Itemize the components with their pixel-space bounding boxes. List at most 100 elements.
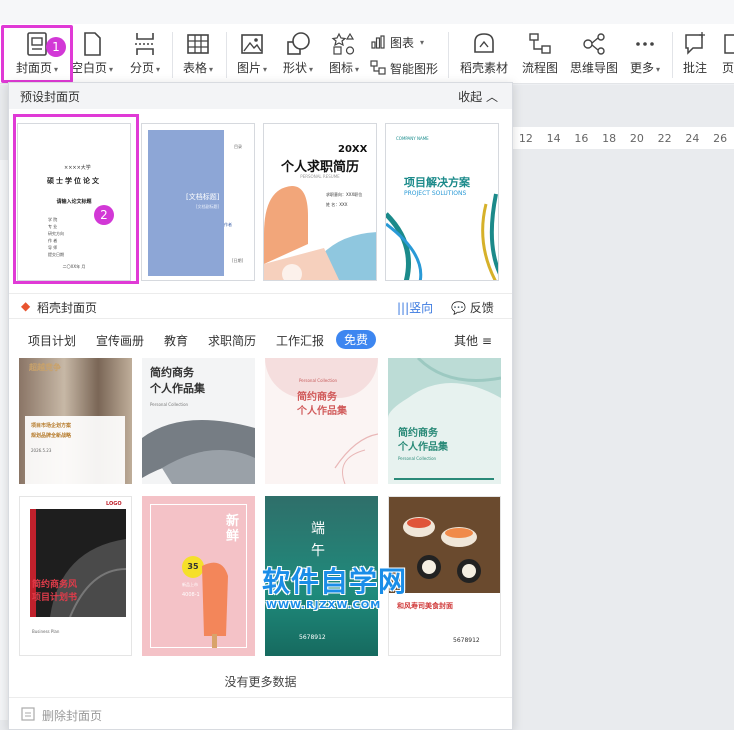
mindmap-label: 思维导图 [569, 61, 618, 75]
template-card[interactable]: 新鲜 35 新品上市 4008-1 [142, 496, 255, 656]
feedback-label: 反馈 [469, 301, 494, 315]
other-categories-button[interactable]: 其他 ≡ [454, 332, 492, 349]
icon-button[interactable]: 图标 ▾ [324, 30, 364, 82]
template-title: 个人作品集 [398, 442, 448, 453]
template-phone: 4008-1 [182, 592, 200, 598]
more-label: 更多 [629, 61, 654, 75]
watermark-url: WWW.RJZXW.COM [266, 600, 382, 611]
preset-blue-top: 目录 [234, 144, 242, 149]
table-button[interactable]: 表格 ▾ [176, 30, 220, 82]
collapse-button[interactable]: 收起 ︿ [458, 88, 498, 105]
ruler-number: 14 [546, 131, 561, 145]
watermark-title: 软件自学网 [262, 565, 408, 598]
template-title: 项目市场企划方案 [31, 423, 72, 429]
feedback-icon: 💬 [451, 301, 466, 315]
template-card[interactable]: 简约商务 个人作品集 Personal Collection [142, 358, 255, 484]
template-phone: 5678912 [453, 637, 480, 644]
tab-work-report[interactable]: 工作汇报 [276, 332, 324, 349]
shape-icon [287, 32, 310, 55]
preset-cover-project[interactable]: COMPANY NAME 项目解决方案 PROJECT SOLUTIONS [385, 123, 499, 281]
ruler-number: 16 [574, 131, 589, 145]
template-title: 简约商务风 [32, 580, 78, 590]
mindmap-button[interactable]: 思维导图 [566, 30, 622, 82]
tab-education[interactable]: 教育 [164, 332, 188, 349]
ribbon-divider [172, 32, 173, 78]
preset-blue-author: 作者 [224, 222, 232, 227]
flowchart-label: 流程图 [521, 61, 558, 75]
page-break-icon [135, 33, 155, 55]
category-tabs: 项目计划 宣传画册 教育 求职简历 工作汇报 免费 其他 ≡ [9, 329, 512, 351]
template-card[interactable]: LOGO 简约商务风 项目计划书 Business Plan [19, 496, 132, 656]
docer-material-label: 稻壳素材 [459, 61, 508, 75]
flowchart-icon [529, 33, 551, 54]
vertical-icon: ||| [397, 301, 410, 315]
chevron-down-icon: ▾ [656, 65, 661, 74]
template-title: 项目计划书 [32, 593, 78, 603]
page-icon [724, 34, 734, 54]
page-cut-button[interactable]: 页 [722, 30, 734, 82]
preset-cover-resume[interactable]: 20XX 个人求职简历 PERSONAL RESUME 求职意向：XXX职位 姓… [263, 123, 377, 281]
chevron-down-icon: ▾ [420, 37, 425, 47]
picture-icon [241, 34, 263, 54]
docer-material-button[interactable]: 稻壳素材 [456, 30, 512, 82]
ruler-number: 20 [629, 131, 644, 145]
preset-project-curves [386, 193, 498, 280]
chevron-up-icon: ︿ [485, 90, 498, 104]
ruler-number: 22 [657, 131, 672, 145]
vertical-orientation-button[interactable]: |||竖向 [397, 299, 433, 316]
picture-button[interactable]: 图片 ▾ [232, 30, 272, 82]
template-card[interactable]: 简约商务 个人作品集 Personal Collection [388, 358, 501, 484]
table-label: 表格 [182, 61, 207, 75]
watermark: 软件自学网 WWW.RJZXW.COM [262, 560, 407, 611]
blank-page-button[interactable]: 空白页 ▾ [66, 30, 118, 82]
template-leaf-art [334, 433, 378, 484]
preset-blue-block [148, 130, 224, 276]
comment-icon [685, 32, 705, 55]
ruler-number: 18 [602, 131, 617, 145]
template-card[interactable]: 超越竞争 项目市场企划方案 规划品牌全新战略 2026.5.23 [19, 358, 132, 484]
other-label: 其他 [454, 334, 479, 348]
picture-label: 图片 [236, 61, 261, 75]
chevron-down-icon: ▾ [309, 65, 314, 74]
feedback-button[interactable]: 💬 反馈 [451, 299, 494, 316]
preset-cover-blue-document[interactable]: 目录 [文档标题] [文档副标题] 作者 [日期] [141, 123, 255, 281]
delete-cover-button[interactable]: 删除封面页 [42, 707, 102, 724]
template-date: 2026.5.23 [31, 448, 52, 453]
panel-header: 预设封面页 收起 ︿ [9, 83, 512, 109]
template-card[interactable]: Personal Collection 简约商务 个人作品集 [265, 358, 378, 484]
icon-label: 图标 [328, 61, 353, 75]
template-subtitle: Personal Collection [398, 456, 437, 461]
page-break-button[interactable]: 分页 ▾ [120, 30, 170, 82]
ribbon-divider [226, 32, 227, 78]
template-brand: LOGO [106, 501, 122, 507]
docer-section-header: ◆ 稻壳封面页 |||竖向 💬 反馈 [9, 293, 512, 319]
icons-icon [331, 32, 355, 55]
blank-page-label: 空白页 [70, 61, 107, 75]
preset-resume-shapes [264, 186, 376, 280]
chevron-down-icon: ▾ [156, 65, 161, 74]
flowchart-button[interactable]: 流程图 [518, 30, 562, 82]
comment-button[interactable]: 批注 [676, 30, 714, 82]
template-brush-art [142, 420, 255, 484]
preset-highlight [13, 114, 139, 284]
tab-project-plan[interactable]: 项目计划 [28, 332, 76, 349]
page-cut-label: 页 [722, 61, 734, 75]
tab-resume[interactable]: 求职简历 [208, 332, 256, 349]
chevron-down-icon: ▾ [209, 65, 214, 74]
smart-art-button[interactable]: 智能图形 [370, 58, 438, 78]
chart-button[interactable]: 图表 ▾ [370, 32, 424, 52]
chevron-down-icon: ▾ [263, 65, 268, 74]
no-more-data-text: 没有更多数据 [224, 675, 297, 689]
shape-label: 形状 [282, 61, 307, 75]
ruler-number: 12 [518, 131, 533, 145]
more-button[interactable]: 更多 ▾ [624, 30, 666, 82]
page-break-label: 分页 [129, 61, 154, 75]
tab-brochure[interactable]: 宣传画册 [96, 332, 144, 349]
ribbon-divider [448, 32, 449, 78]
shape-button[interactable]: 形状 ▾ [278, 30, 318, 82]
preset-blue-title: [文档标题] [186, 193, 220, 201]
tab-free[interactable]: 免费 [336, 330, 377, 349]
collapse-label: 收起 [458, 90, 483, 104]
comment-label: 批注 [682, 61, 707, 75]
horizontal-ruler: 12 14 16 18 20 22 24 26 [512, 127, 734, 149]
